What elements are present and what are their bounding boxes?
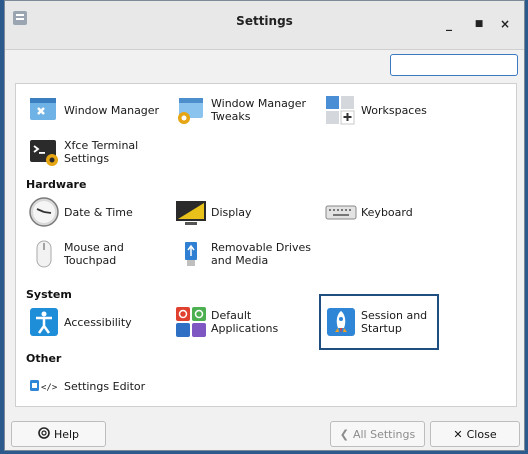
item-xfce-terminal-settings[interactable]: Xfce Terminal Settings [24,132,174,172]
rocket-icon [327,308,355,336]
help-label: Help [53,427,80,441]
title-bar: Settings _ ■ × [5,1,524,50]
item-settings-editor[interactable]: </> Settings Editor [24,366,174,406]
item-keyboard[interactable]: Keyboard [321,192,471,232]
item-removable-drives[interactable]: Removable Drives and Media [171,234,331,274]
item-label: Date & Time [64,205,133,219]
category-other: Other [26,352,62,365]
usb-drive-icon [185,242,197,266]
workspaces-icon [326,96,355,125]
item-session-startup[interactable]: Session and Startup [319,294,439,350]
maximize-button[interactable]: ■ [470,15,488,33]
category-system: System [26,288,72,301]
item-label: Keyboard [361,205,413,219]
item-date-time[interactable]: Date & Time [24,192,174,232]
accessibility-icon [30,308,58,336]
item-label: Accessibility [64,315,132,329]
item-label: Mouse and Touchpad [64,241,124,267]
terminal-settings-icon [30,140,58,166]
window-manager-tweaks-icon [178,98,203,124]
all-settings-label: All Settings [352,427,416,441]
item-label: Workspaces [361,103,427,117]
dialog-buttons: Help ❮ All Settings ✕ Close [5,416,524,452]
item-label: Xfce Terminal Settings [64,139,139,165]
keyboard-icon [325,205,357,220]
category-hardware: Hardware [26,178,87,191]
item-window-manager[interactable]: Window Manager [24,90,174,130]
svg-text:</>: </> [41,383,58,393]
help-icon [38,426,50,442]
item-label: Default Applications [211,309,279,335]
search-input[interactable] [390,54,518,76]
close-x-icon: ✕ [453,427,463,441]
item-default-applications[interactable]: Default Applications [171,302,321,342]
chevron-left-icon: ❮ [339,427,349,441]
item-display[interactable]: Display [171,192,321,232]
search-row [5,49,524,85]
item-accessibility[interactable]: Accessibility [24,302,174,342]
all-settings-button[interactable]: ❮ All Settings [330,421,425,447]
settings-editor-icon: </> [30,380,58,393]
item-label: Removable Drives and Media [211,241,311,267]
clock-icon [29,197,59,227]
close-label: Close [466,427,497,441]
item-label: Settings Editor [64,379,146,393]
item-label: Window Manager Tweaks [211,97,307,123]
item-label: Window Manager [64,103,160,117]
close-window-button[interactable]: × [496,15,514,33]
window-manager-icon [30,98,56,120]
item-workspaces[interactable]: Workspaces [321,90,471,130]
item-window-manager-tweaks[interactable]: Window Manager Tweaks [171,90,321,130]
settings-window: Settings _ ■ × Window Manager Window Man… [4,0,525,451]
item-mouse-touchpad[interactable]: Mouse and Touchpad [24,234,174,274]
display-icon [176,201,206,225]
item-label: Session and Startup [361,309,428,335]
close-button[interactable]: ✕ Close [430,421,520,447]
settings-list: Window Manager Window Manager Tweaks Wor… [15,83,517,407]
default-applications-icon [176,307,206,337]
help-button[interactable]: Help [11,421,106,447]
minimize-button[interactable]: _ [440,15,458,33]
item-label: Display [211,205,252,219]
mouse-icon [36,240,52,268]
